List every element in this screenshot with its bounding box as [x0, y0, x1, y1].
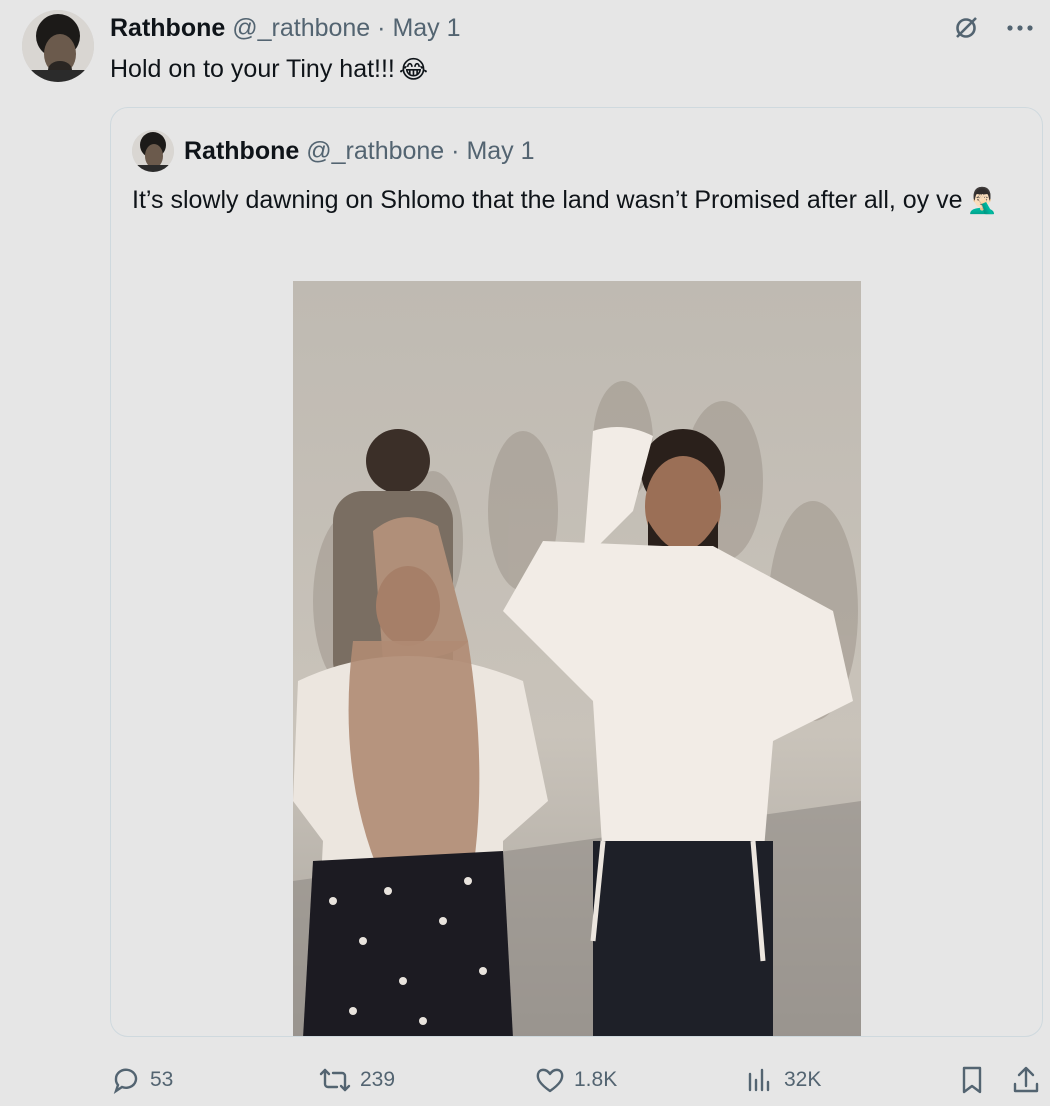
- tweet-header: Rathbone @_rathbone · May 1: [110, 12, 461, 44]
- like-button[interactable]: 1.8K: [534, 1058, 617, 1102]
- quoted-author-name[interactable]: Rathbone: [184, 137, 299, 165]
- tweet-action-bar: 53 239 1.8K 32K: [0, 1058, 1050, 1102]
- tweet-date[interactable]: May 1: [392, 14, 460, 42]
- bookmark-icon: [962, 1066, 982, 1094]
- grok-icon[interactable]: [950, 12, 982, 44]
- reply-count: 53: [150, 1068, 174, 1091]
- bookmark-button[interactable]: [956, 1058, 988, 1102]
- quoted-tweet-photo[interactable]: [293, 281, 861, 1036]
- author-handle[interactable]: @_rathbone: [232, 14, 370, 42]
- author-name[interactable]: Rathbone: [110, 14, 225, 42]
- share-icon: [1013, 1066, 1039, 1093]
- like-count: 1.8K: [574, 1068, 618, 1091]
- laughing-crying-emoji: 😂: [398, 56, 429, 85]
- quoted-tweet-text: It’s slowly dawning on Shlomo that the l…: [132, 180, 1012, 221]
- repost-icon: [319, 1068, 351, 1092]
- tweet-body: Hold on to your Tiny hat!!!: [110, 55, 395, 83]
- quoted-tweet-header: Rathbone @_rathbone · May 1: [184, 135, 535, 167]
- share-button[interactable]: [1010, 1058, 1042, 1102]
- quoted-tweet-card[interactable]: Rathbone @_rathbone · May 1 It’s slowly …: [110, 107, 1043, 1037]
- reply-icon: [113, 1068, 138, 1094]
- like-icon: [536, 1068, 564, 1093]
- repost-button[interactable]: 239: [318, 1058, 395, 1102]
- quoted-author-avatar[interactable]: [132, 130, 174, 172]
- quoted-tweet-date[interactable]: May 1: [466, 137, 534, 165]
- quoted-author-handle[interactable]: @_rathbone: [306, 137, 444, 165]
- facepalm-emoji: 🤦🏻‍♂️: [966, 187, 998, 216]
- reply-button[interactable]: 53: [110, 1058, 173, 1102]
- views-count: 32K: [784, 1068, 822, 1091]
- tweet-text: Hold on to your Tiny hat!!! 😂: [110, 52, 428, 87]
- tweet-top-actions: [950, 12, 1036, 44]
- author-avatar[interactable]: [22, 10, 94, 82]
- separator: ·: [451, 137, 460, 165]
- views-button[interactable]: 32K: [744, 1058, 821, 1102]
- repost-count: 239: [360, 1068, 396, 1091]
- separator: ·: [377, 14, 386, 42]
- quoted-tweet-body: It’s slowly dawning on Shlomo that the l…: [132, 186, 963, 214]
- views-icon: [748, 1068, 770, 1092]
- more-icon[interactable]: [1004, 12, 1036, 44]
